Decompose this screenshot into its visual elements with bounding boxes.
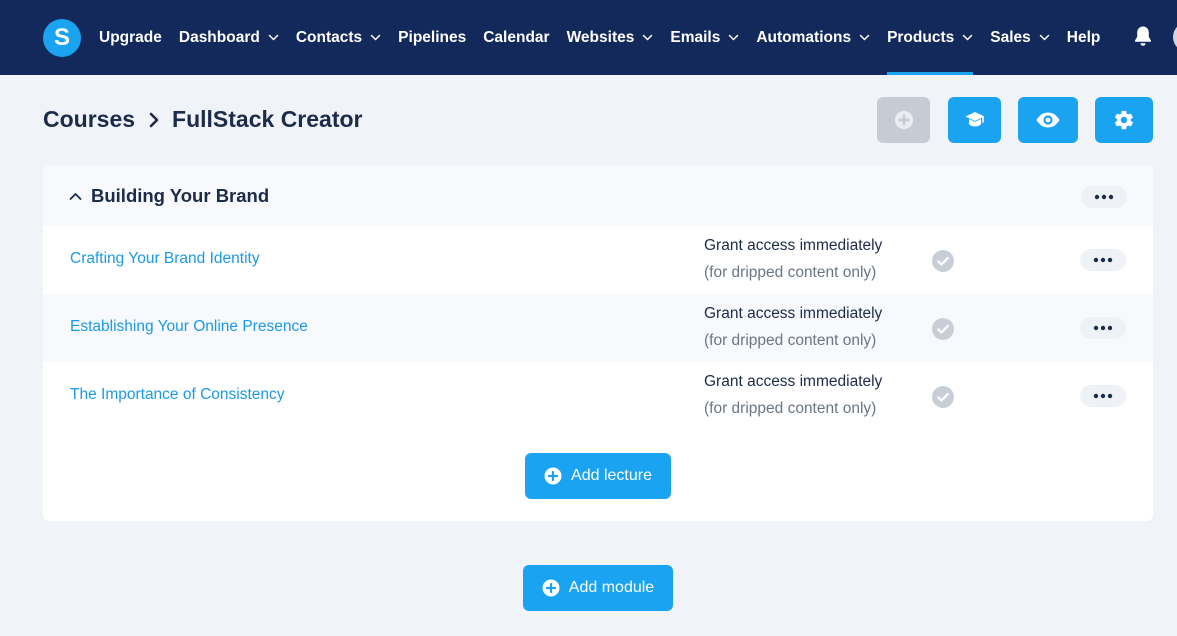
nav-item-sales[interactable]: Sales	[990, 0, 1050, 75]
chevron-up-icon[interactable]	[69, 191, 82, 201]
more-horizontal-icon	[1093, 325, 1113, 331]
access-setting: Grant access immediately	[704, 305, 883, 322]
nav-item-products[interactable]: Products	[887, 0, 974, 75]
nav-item-dashboard[interactable]: Dashboard	[179, 0, 279, 75]
breadcrumb-courses-link[interactable]: Courses	[43, 106, 135, 133]
nav-item-label: Pipelines	[398, 28, 467, 46]
nav-item-label: Contacts	[295, 28, 363, 46]
nav-item-label: Dashboard	[178, 28, 260, 46]
nav-item-upgrade[interactable]: Upgrade	[99, 0, 162, 75]
lecture-title-link[interactable]: Crafting Your Brand Identity	[70, 250, 260, 268]
access-note: (for dripped content only)	[704, 332, 877, 349]
nav-item-label: Sales	[990, 28, 1031, 46]
top-navigation-bar: S Upgrade Dashboard Contacts Pipelines Calen…	[0, 0, 1177, 75]
nav-item-label: Websites	[566, 28, 635, 46]
eye-icon	[1036, 112, 1060, 128]
nav-item-websites[interactable]: Websites	[567, 0, 654, 75]
add-content-button[interactable]	[877, 97, 930, 143]
lecture-row: Crafting Your Brand Identity Grant access…	[43, 226, 1153, 294]
access-setting: Grant access immediately	[704, 373, 883, 390]
module-header[interactable]: Building Your Brand	[43, 165, 1153, 226]
access-note: (for dripped content only)	[704, 264, 877, 281]
lecture-options-button[interactable]	[1080, 385, 1126, 407]
nav-item-pipelines[interactable]: Pipelines	[398, 0, 466, 75]
nav-item-calendar[interactable]: Calendar	[483, 0, 549, 75]
module-options-button[interactable]	[1081, 186, 1127, 208]
module-card: Building Your Brand Crafting Your Brand …	[43, 165, 1153, 521]
main-nav: Upgrade Dashboard Contacts Pipelines Calenda…	[99, 0, 1117, 75]
chevron-right-icon	[149, 112, 159, 127]
nav-item-contacts[interactable]: Contacts	[296, 0, 381, 75]
course-settings-button[interactable]	[1095, 97, 1153, 143]
lecture-row: Establishing Your Online Presence Grant a…	[43, 294, 1153, 362]
logo-letter: S	[53, 24, 70, 51]
nav-item-label: Upgrade	[99, 28, 162, 46]
more-horizontal-icon	[1093, 393, 1113, 399]
add-lecture-button[interactable]: Add lecture	[525, 453, 671, 499]
user-avatar[interactable]	[1173, 22, 1177, 52]
nav-item-label: Products	[887, 28, 955, 46]
add-lecture-label: Add lecture	[571, 467, 652, 484]
chevron-down-icon	[1039, 34, 1050, 41]
chevron-down-icon	[859, 34, 870, 41]
check-circle-icon[interactable]	[932, 318, 954, 340]
more-horizontal-icon	[1093, 257, 1113, 263]
nav-item-label: Calendar	[483, 28, 550, 46]
plus-circle-icon	[542, 579, 560, 597]
nav-item-label: Help	[1066, 28, 1101, 46]
add-module-label: Add module	[568, 579, 655, 596]
lecture-options-button[interactable]	[1080, 249, 1126, 271]
access-note: (for dripped content only)	[704, 400, 877, 417]
preview-course-button[interactable]	[1018, 97, 1078, 143]
check-circle-icon[interactable]	[932, 386, 954, 408]
lecture-title-link[interactable]: The Importance of Consistency	[70, 386, 285, 404]
course-students-button[interactable]	[948, 97, 1001, 143]
breadcrumb: Courses FullStack Creator	[43, 106, 363, 133]
check-circle-icon[interactable]	[932, 250, 954, 272]
chevron-down-icon	[643, 34, 653, 41]
nav-item-help[interactable]: Help	[1067, 0, 1101, 75]
module-title: Building Your Brand	[91, 185, 270, 206]
app-logo[interactable]: S	[43, 19, 81, 57]
chevron-down-icon	[729, 34, 739, 41]
graduation-cap-icon	[965, 112, 984, 127]
lecture-title-link[interactable]: Establishing Your Online Presence	[70, 318, 308, 336]
lecture-row: The Importance of Consistency Grant acces…	[43, 362, 1153, 430]
nav-item-label: Emails	[670, 28, 721, 46]
more-horizontal-icon	[1094, 194, 1114, 200]
chevron-down-icon	[963, 34, 973, 41]
nav-item-emails[interactable]: Emails	[670, 0, 739, 75]
page-title: FullStack Creator	[172, 106, 363, 132]
gear-icon	[1114, 110, 1133, 130]
chevron-down-icon	[268, 34, 279, 41]
add-module-button[interactable]: Add module	[523, 565, 673, 611]
nav-item-label: Automations	[756, 28, 852, 46]
chevron-down-icon	[370, 34, 381, 41]
plus-circle-icon	[544, 467, 562, 485]
notification-bell-icon[interactable]	[1133, 25, 1153, 47]
access-setting: Grant access immediately	[704, 237, 883, 254]
lecture-options-button[interactable]	[1080, 317, 1126, 339]
plus-circle-icon	[894, 111, 913, 129]
nav-item-automations[interactable]: Automations	[756, 0, 870, 75]
